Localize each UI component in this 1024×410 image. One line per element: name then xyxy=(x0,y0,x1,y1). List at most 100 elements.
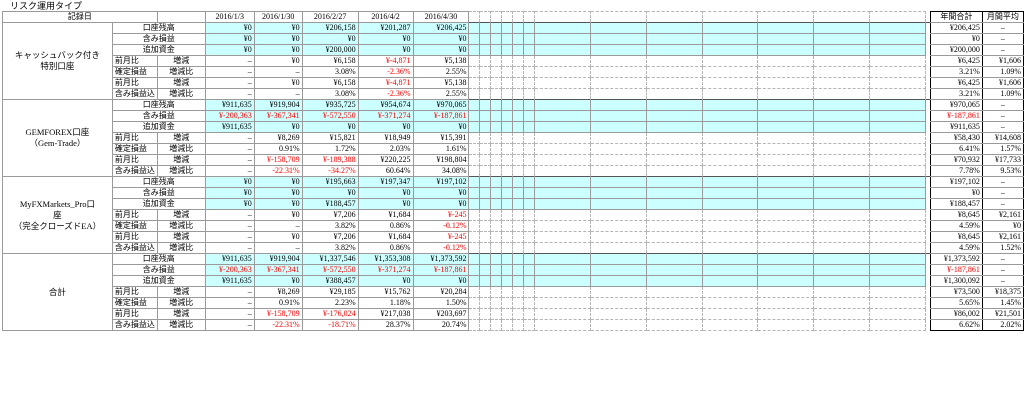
value-cell[interactable]: ¥5,138 xyxy=(412,77,470,89)
empty-cell[interactable] xyxy=(523,308,536,320)
empty-cell[interactable] xyxy=(590,308,647,320)
empty-cell[interactable] xyxy=(490,275,503,287)
empty-cell[interactable] xyxy=(701,220,759,232)
value-cell[interactable]: ¥197,102 xyxy=(412,176,470,188)
value-cell[interactable]: -2.36% xyxy=(357,66,414,78)
empty-cell[interactable] xyxy=(468,55,481,67)
value-cell[interactable]: ¥217,038 xyxy=(357,308,414,320)
empty-cell[interactable] xyxy=(523,187,536,199)
empty-cell[interactable] xyxy=(757,66,815,78)
empty-cell[interactable] xyxy=(479,297,492,309)
annual-total-cell[interactable]: ¥8,645 xyxy=(929,209,983,221)
empty-cell[interactable] xyxy=(468,99,481,111)
value-cell[interactable]: ¥1,684 xyxy=(357,231,414,243)
empty-cell[interactable] xyxy=(757,99,815,111)
empty-cell[interactable] xyxy=(534,44,592,56)
empty-cell[interactable] xyxy=(501,198,514,210)
value-cell[interactable]: 0.91% xyxy=(253,297,303,309)
empty-cell[interactable] xyxy=(757,132,815,144)
value-cell[interactable]: ¥0 xyxy=(253,77,303,89)
empty-cell[interactable] xyxy=(490,66,503,78)
empty-cell[interactable] xyxy=(479,198,492,210)
empty-cell[interactable] xyxy=(813,176,871,188)
empty-cell[interactable] xyxy=(468,297,481,309)
empty-cell[interactable] xyxy=(645,231,703,243)
empty-cell[interactable] xyxy=(757,77,815,89)
empty-cell[interactable] xyxy=(468,242,481,254)
empty-cell[interactable] xyxy=(468,165,481,177)
empty-cell[interactable] xyxy=(645,22,703,34)
empty-cell[interactable] xyxy=(757,198,815,210)
annual-total-cell[interactable]: ¥200,000 xyxy=(929,44,983,56)
empty-cell[interactable] xyxy=(590,77,647,89)
empty-cell[interactable] xyxy=(701,198,759,210)
value-cell[interactable]: ¥-158,709 xyxy=(253,308,303,320)
empty-cell[interactable] xyxy=(490,264,503,276)
empty-cell[interactable] xyxy=(757,286,815,298)
empty-cell[interactable] xyxy=(869,77,926,89)
empty-cell[interactable] xyxy=(468,253,481,265)
empty-cell[interactable] xyxy=(479,132,492,144)
empty-cell[interactable] xyxy=(490,143,503,155)
value-cell[interactable]: ¥-572,550 xyxy=(301,264,359,276)
empty-cell[interactable] xyxy=(701,297,759,309)
empty-cell[interactable] xyxy=(490,308,503,320)
empty-cell[interactable] xyxy=(645,121,703,133)
empty-cell[interactable] xyxy=(590,209,647,221)
empty-cell[interactable] xyxy=(757,176,815,188)
empty-cell[interactable] xyxy=(501,44,514,56)
empty-cell[interactable] xyxy=(590,55,647,67)
empty-cell[interactable] xyxy=(490,319,503,331)
empty-cell[interactable] xyxy=(468,66,481,78)
empty-cell[interactable] xyxy=(523,77,536,89)
empty-cell[interactable] xyxy=(479,154,492,166)
empty-cell[interactable] xyxy=(534,88,592,100)
monthly-avg-cell[interactable]: 1.09% xyxy=(981,66,1024,78)
empty-cell[interactable] xyxy=(468,319,481,331)
empty-cell[interactable] xyxy=(479,99,492,111)
empty-cell[interactable] xyxy=(534,143,592,155)
empty-cell[interactable] xyxy=(590,220,647,232)
empty-cell[interactable] xyxy=(701,11,759,23)
annual-total-cell[interactable]: 3.21% xyxy=(929,88,983,100)
empty-cell[interactable] xyxy=(479,77,492,89)
empty-cell[interactable] xyxy=(523,55,536,67)
empty-cell[interactable] xyxy=(479,209,492,221)
empty-cell[interactable] xyxy=(523,286,536,298)
empty-cell[interactable] xyxy=(645,220,703,232)
empty-cell[interactable] xyxy=(534,176,592,188)
empty-cell[interactable] xyxy=(869,220,926,232)
empty-cell[interactable] xyxy=(757,319,815,331)
empty-cell[interactable] xyxy=(512,121,525,133)
annual-total-cell[interactable]: ¥58,430 xyxy=(929,132,983,144)
value-cell[interactable]: ¥197,347 xyxy=(357,176,414,188)
empty-cell[interactable] xyxy=(512,143,525,155)
empty-cell[interactable] xyxy=(757,187,815,199)
value-cell[interactable]: – xyxy=(253,66,303,78)
empty-cell[interactable] xyxy=(757,264,815,276)
empty-cell[interactable] xyxy=(813,286,871,298)
value-cell[interactable]: ¥970,065 xyxy=(412,99,470,111)
annual-total-cell[interactable]: 3.21% xyxy=(929,66,983,78)
empty-cell[interactable] xyxy=(590,88,647,100)
empty-cell[interactable] xyxy=(869,275,926,287)
empty-cell[interactable] xyxy=(869,132,926,144)
empty-cell[interactable] xyxy=(468,308,481,320)
annual-total-cell[interactable]: ¥6,425 xyxy=(929,55,983,67)
value-cell[interactable]: 1.50% xyxy=(412,297,470,309)
value-cell[interactable]: ¥935,725 xyxy=(301,99,359,111)
empty-cell[interactable] xyxy=(523,319,536,331)
empty-cell[interactable] xyxy=(869,308,926,320)
empty-cell[interactable] xyxy=(468,198,481,210)
empty-cell[interactable] xyxy=(813,198,871,210)
empty-cell[interactable] xyxy=(701,99,759,111)
value-cell[interactable]: ¥-200,363 xyxy=(204,264,255,276)
empty-cell[interactable] xyxy=(534,242,592,254)
value-cell[interactable]: ¥0 xyxy=(412,198,470,210)
empty-cell[interactable] xyxy=(813,121,871,133)
value-cell[interactable]: ¥206,158 xyxy=(301,22,359,34)
value-cell[interactable]: 3.82% xyxy=(301,242,359,254)
empty-cell[interactable] xyxy=(757,242,815,254)
empty-cell[interactable] xyxy=(512,11,525,23)
value-cell[interactable]: ¥198,804 xyxy=(412,154,470,166)
